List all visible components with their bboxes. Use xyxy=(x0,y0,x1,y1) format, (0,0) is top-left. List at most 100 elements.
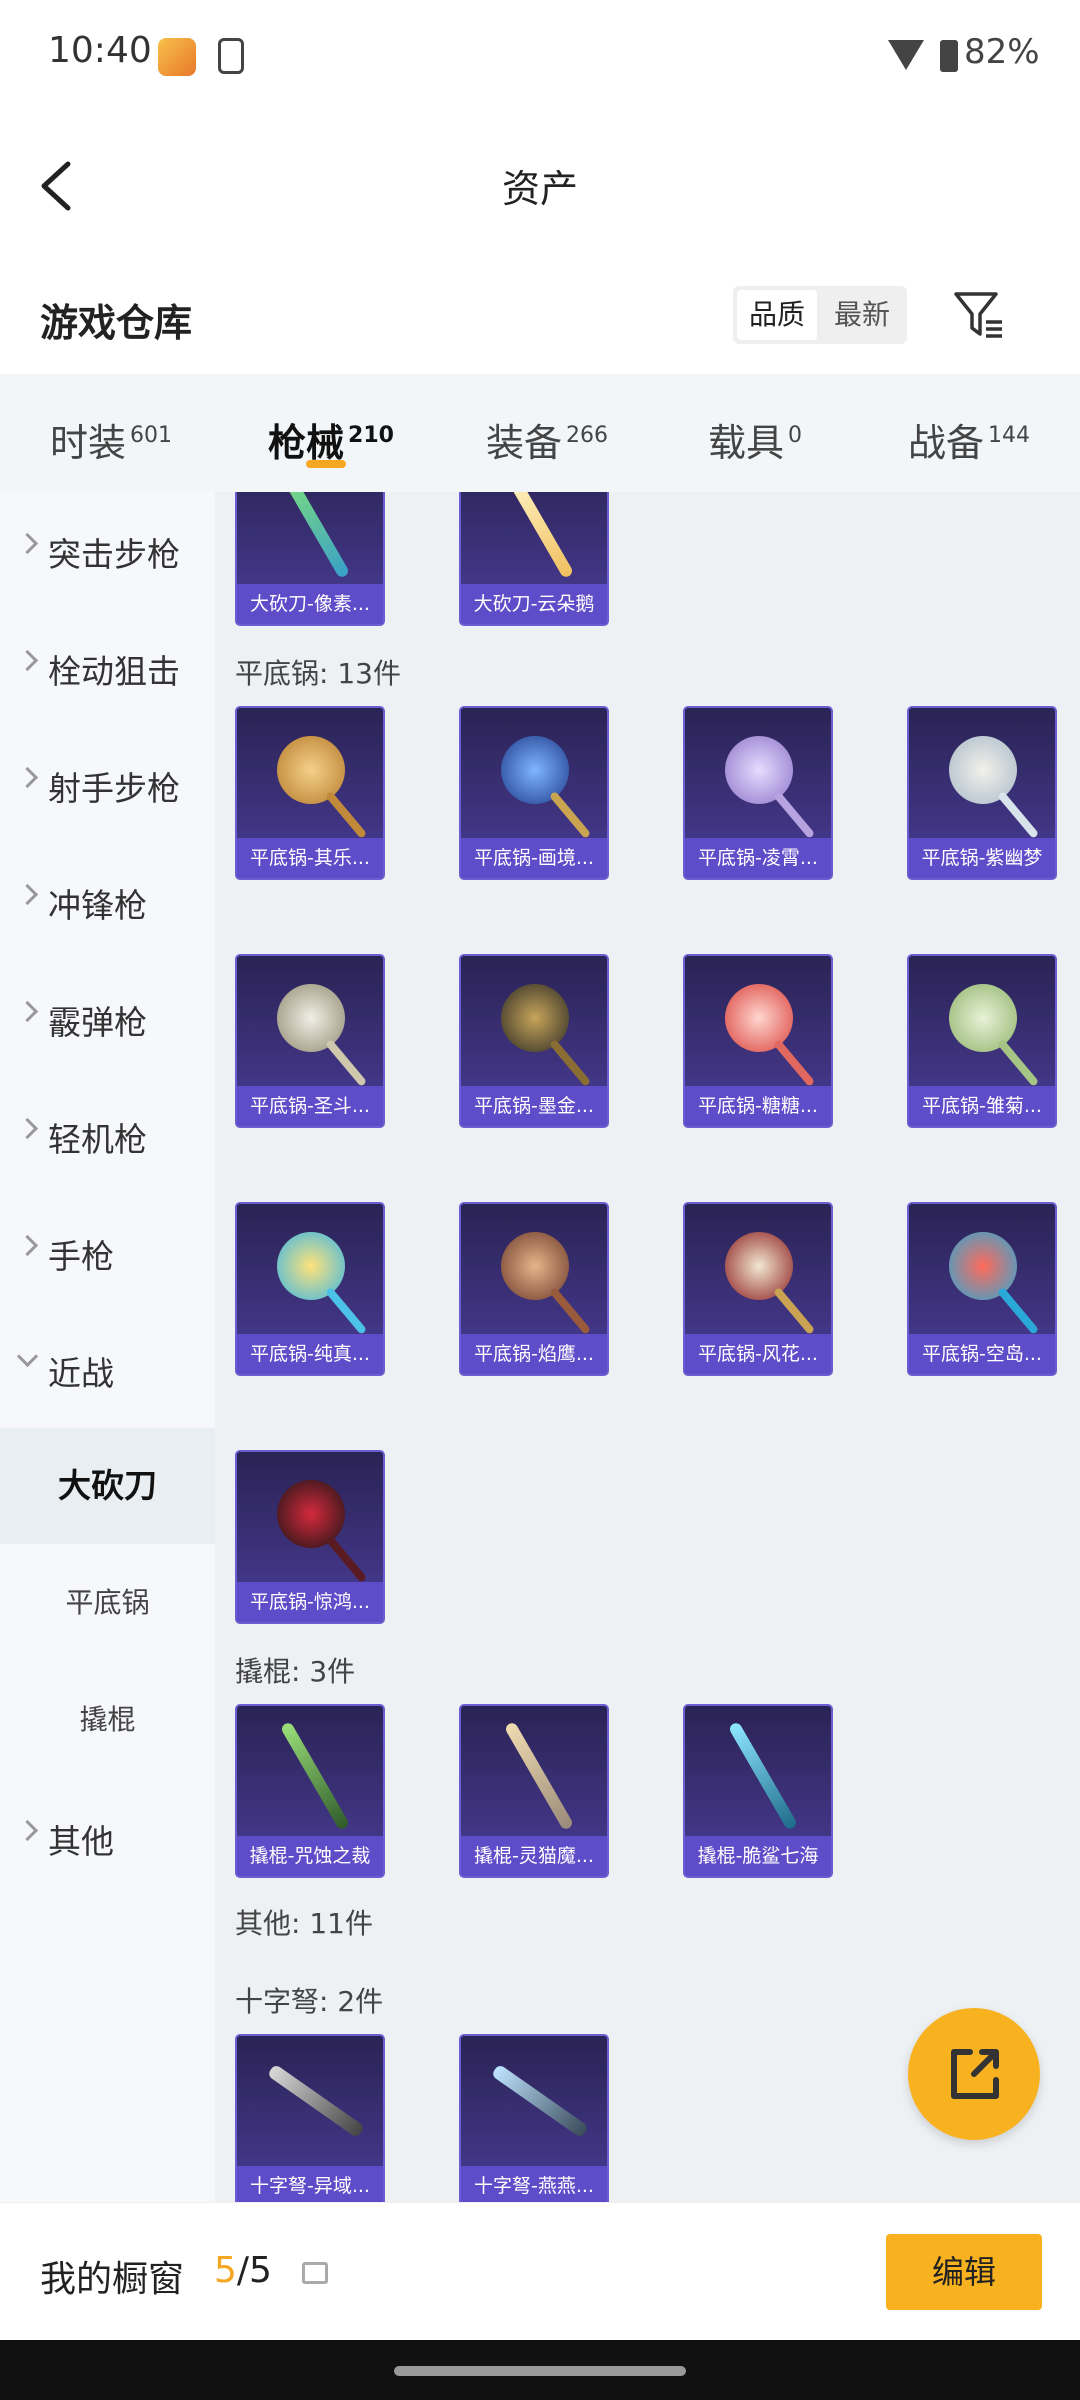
tab-supplies[interactable]: 战备 144 xyxy=(908,412,1030,467)
crowbar-art-icon xyxy=(727,1721,799,1831)
sidebar-item-pistol[interactable]: 手枪 xyxy=(0,1194,215,1310)
pan-handle xyxy=(549,790,592,839)
frying-pan-icon xyxy=(725,984,793,1052)
item-card[interactable]: 平底锅-墨金... xyxy=(459,954,609,1128)
frying-pan-icon xyxy=(277,984,345,1052)
home-gesture-handle[interactable] xyxy=(394,2366,686,2376)
share-fab-button[interactable] xyxy=(908,2008,1040,2140)
item-card[interactable]: 平底锅-画境... xyxy=(459,706,609,880)
chevron-right-icon xyxy=(16,883,39,906)
frying-pan-icon xyxy=(501,984,569,1052)
window-count-current: 5 xyxy=(214,2250,237,2291)
item-card[interactable]: 平底锅-凌霄... xyxy=(683,706,833,880)
item-card[interactable]: 大砍刀-像素... xyxy=(235,492,385,626)
pan-handle xyxy=(773,1038,816,1087)
active-tab-indicator xyxy=(306,460,346,468)
sidebar-item-label: 栓动狙击 xyxy=(48,652,180,691)
item-card[interactable]: 十字弩-燕燕... xyxy=(459,2034,609,2202)
frying-pan-icon xyxy=(277,1480,345,1548)
item-card[interactable]: 平底锅-雏菊... xyxy=(907,954,1057,1128)
item-card[interactable]: 平底锅-圣斗... xyxy=(235,954,385,1128)
sidebar-item-label: 轻机枪 xyxy=(48,1120,147,1159)
sort-newest-button[interactable]: 最新 xyxy=(820,290,904,340)
item-name: 平底锅-惊鸿... xyxy=(237,1582,383,1622)
chevron-right-icon xyxy=(16,1819,39,1842)
edit-button[interactable]: 编辑 xyxy=(886,2234,1042,2310)
tab-equipment[interactable]: 装备 266 xyxy=(486,412,608,467)
item-name: 平底锅-墨金... xyxy=(461,1086,607,1126)
pan-handle xyxy=(997,790,1040,839)
item-name: 平底锅-画境... xyxy=(461,838,607,878)
sidebar-item-bolt-sniper[interactable]: 栓动狙击 xyxy=(0,609,215,725)
sidebar-item-label: 冲锋枪 xyxy=(48,886,147,925)
wifi-icon xyxy=(888,40,924,70)
item-name: 撬棍-脆鲨七海 xyxy=(685,1836,831,1876)
sidebar-item-label: 近战 xyxy=(48,1354,114,1393)
item-name: 平底锅-紫幽梦 xyxy=(909,838,1055,878)
tab-label: 载具 xyxy=(708,421,785,465)
item-card[interactable]: 平底锅-糖糖... xyxy=(683,954,833,1128)
crowbar-art-icon xyxy=(503,1721,575,1831)
item-card[interactable]: 撬棍-咒蚀之裁 xyxy=(235,1704,385,1878)
lock-icon xyxy=(302,2262,328,2284)
item-card[interactable]: 撬棍-脆鲨七海 xyxy=(683,1704,833,1878)
item-card[interactable]: 平底锅-惊鸿... xyxy=(235,1450,385,1624)
tab-label: 时装 xyxy=(50,421,127,465)
sidebar-item-smg[interactable]: 冲锋枪 xyxy=(0,843,215,959)
pan-handle xyxy=(997,1286,1040,1335)
back-arrow-icon[interactable] xyxy=(34,158,82,214)
sidebar-item-other[interactable]: 其他 xyxy=(0,1779,215,1895)
chevron-right-icon xyxy=(16,766,39,789)
pan-handle xyxy=(325,1286,368,1335)
chevron-right-icon xyxy=(16,532,39,555)
pan-handle xyxy=(773,790,816,839)
app-notification-icon xyxy=(158,38,196,76)
sidebar-sub-crowbar[interactable]: 撬棍 xyxy=(0,1662,215,1778)
frying-pan-icon xyxy=(725,1232,793,1300)
pan-handle xyxy=(997,1038,1040,1087)
phone-sync-icon xyxy=(218,38,244,74)
chevron-down-icon xyxy=(16,1345,39,1368)
window-count: 5/5 xyxy=(214,2250,272,2291)
item-card[interactable]: 平底锅-紫幽梦 xyxy=(907,706,1057,880)
sidebar-item-label: 突击步枪 xyxy=(48,535,180,574)
external-link-icon xyxy=(951,2049,999,2099)
sidebar-item-marksman-rifle[interactable]: 射手步枪 xyxy=(0,726,215,842)
sidebar-item-melee[interactable]: 近战 xyxy=(0,1311,215,1427)
item-name: 十字弩-异域... xyxy=(237,2166,383,2202)
sidebar-sub-machete[interactable]: 大砍刀 xyxy=(0,1428,215,1544)
sidebar-item-lmg[interactable]: 轻机枪 xyxy=(0,1077,215,1193)
sort-quality-button[interactable]: 品质 xyxy=(737,290,817,340)
item-card[interactable]: 平底锅-风花... xyxy=(683,1202,833,1376)
item-name: 平底锅-凌霄... xyxy=(685,838,831,878)
item-card[interactable]: 撬棍-灵猫魔... xyxy=(459,1704,609,1878)
frying-pan-icon xyxy=(725,736,793,804)
item-card[interactable]: 平底锅-空岛... xyxy=(907,1202,1057,1376)
pan-handle xyxy=(549,1286,592,1335)
sidebar-sub-pan[interactable]: 平底锅 xyxy=(0,1545,215,1661)
sidebar-item-shotgun[interactable]: 霰弹枪 xyxy=(0,960,215,1076)
item-card[interactable]: 十字弩-异域... xyxy=(235,2034,385,2202)
frying-pan-icon xyxy=(949,736,1017,804)
tab-count: 0 xyxy=(788,423,803,448)
item-card[interactable]: 平底锅-其乐... xyxy=(235,706,385,880)
item-card[interactable]: 平底锅-焰鹰... xyxy=(459,1202,609,1376)
sidebar-item-assault-rifle[interactable]: 突击步枪 xyxy=(0,492,215,608)
item-name: 平底锅-圣斗... xyxy=(237,1086,383,1126)
frying-pan-icon xyxy=(277,736,345,804)
item-card[interactable]: 平底锅-纯真... xyxy=(235,1202,385,1376)
pan-handle xyxy=(325,1534,368,1583)
category-tabs: 时装 601 枪械 210 装备 266 载具 0 战备 144 xyxy=(0,374,1080,492)
tab-fashion[interactable]: 时装 601 xyxy=(50,412,172,467)
item-grid: 大砍刀-像素... 大砍刀-云朵鹅 平底锅: 13件 平底锅-其乐... 平底锅… xyxy=(215,492,1080,2202)
crowbar-art-icon xyxy=(279,1721,351,1831)
machete-art-icon xyxy=(279,492,351,579)
item-card[interactable]: 大砍刀-云朵鹅 xyxy=(459,492,609,626)
warehouse-title: 游戏仓库 xyxy=(40,301,193,345)
status-bar: 10:40 82% xyxy=(0,0,1080,110)
tab-firearms[interactable]: 枪械 210 xyxy=(268,412,394,467)
tab-vehicles[interactable]: 载具 0 xyxy=(708,412,802,467)
chevron-right-icon xyxy=(16,1234,39,1257)
filter-icon[interactable] xyxy=(952,288,1006,342)
tab-label: 战备 xyxy=(908,421,985,465)
